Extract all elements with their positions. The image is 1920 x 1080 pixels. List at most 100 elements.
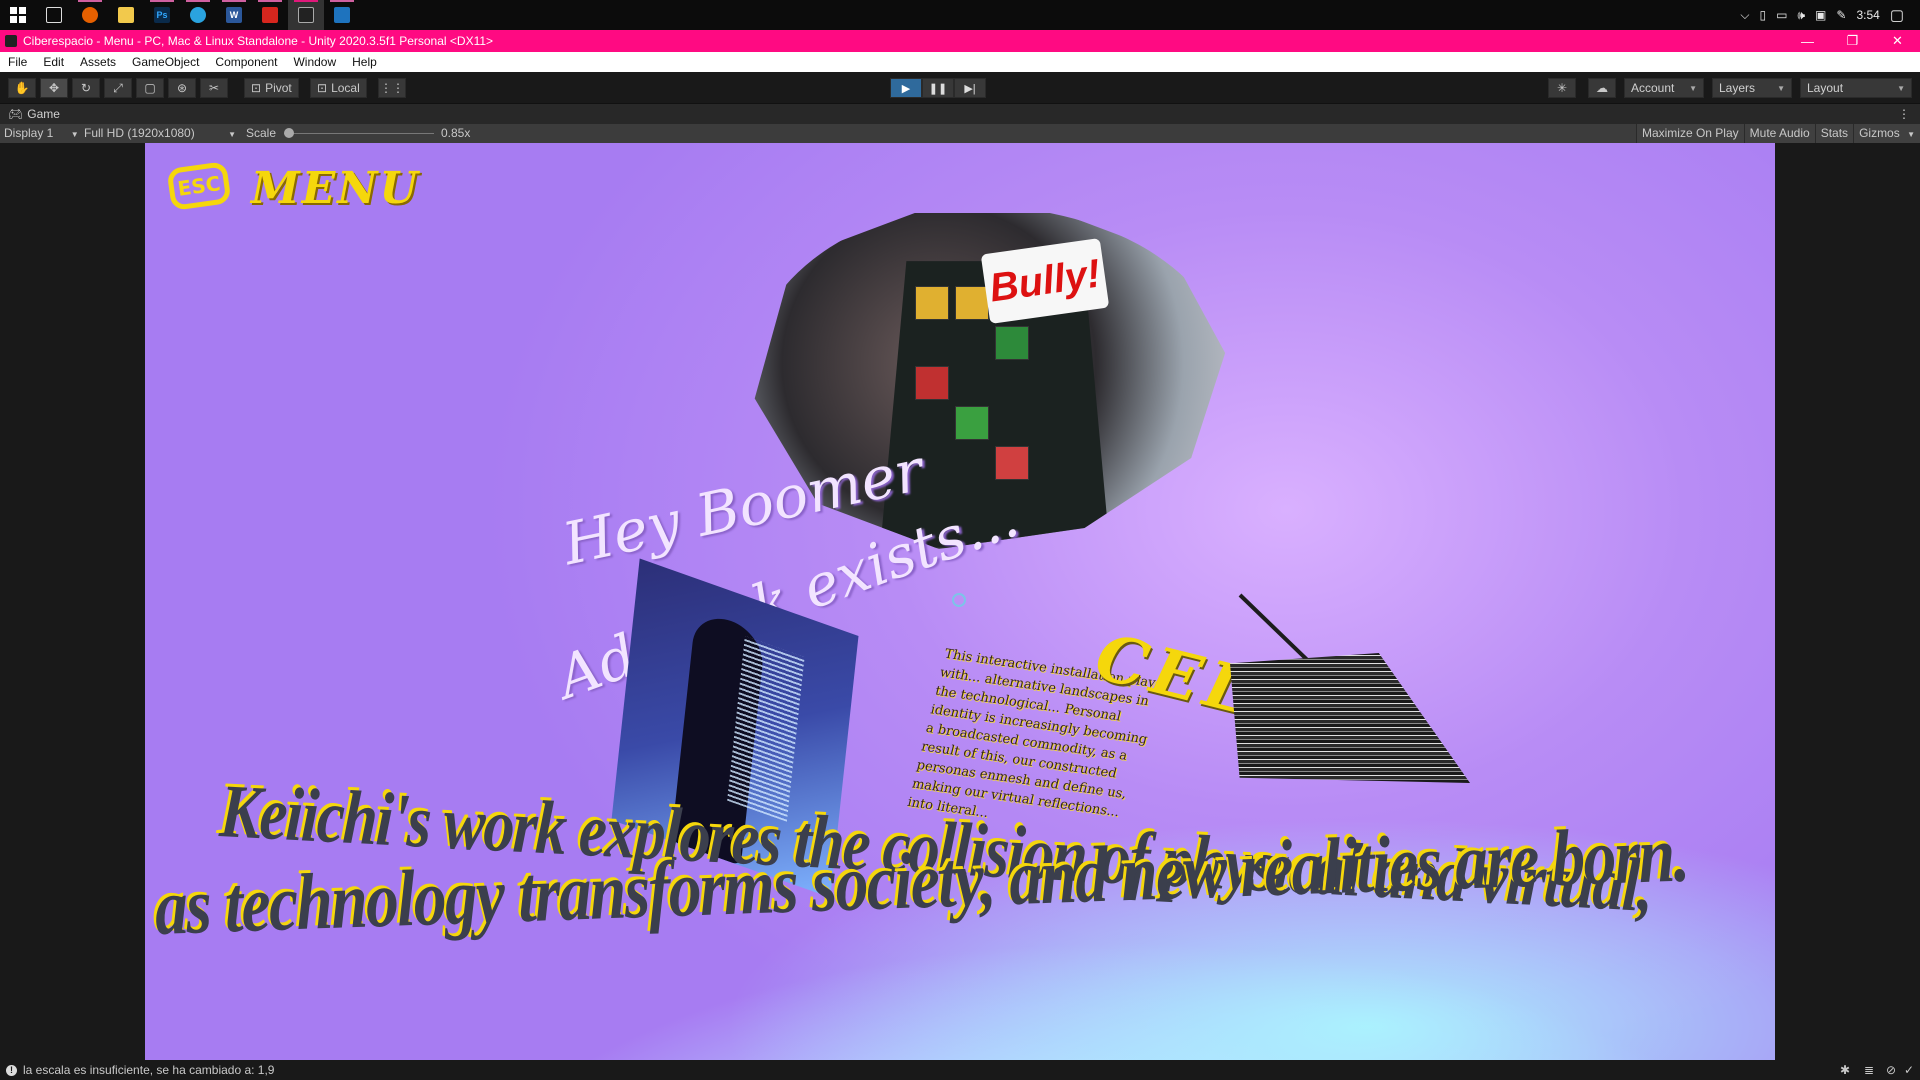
photos-icon — [334, 7, 350, 23]
close-button[interactable]: ✕ — [1875, 30, 1920, 52]
game-viewport[interactable]: ESC MENU Bully! Hey Boomer AdBlock exist… — [145, 143, 1775, 1060]
scale-slider-thumb[interactable] — [284, 128, 294, 138]
folder-icon — [118, 7, 134, 23]
stack-icon[interactable]: ≣ — [1864, 1063, 1874, 1077]
chevron-up-icon[interactable]: ⌵ — [1740, 8, 1749, 23]
menu-window[interactable]: Window — [285, 55, 344, 69]
resolution-label: Full HD (1920x1080) — [84, 126, 195, 140]
game-controls: Display 1 ▼ Full HD (1920x1080) ▼ Scale … — [0, 124, 1920, 143]
menu-edit[interactable]: Edit — [35, 55, 72, 69]
rotate-tool[interactable]: ↻ — [72, 78, 100, 98]
play-button[interactable]: ▶ — [890, 78, 922, 98]
menu-bar: File Edit Assets GameObject Component Wi… — [0, 52, 1920, 72]
pause-button[interactable]: ❚❚ — [922, 78, 954, 98]
firefox-icon — [82, 7, 98, 23]
taskbar-file-explorer[interactable] — [108, 0, 144, 30]
layers-dropdown[interactable]: Layers ▼ — [1712, 78, 1792, 98]
layout-dropdown[interactable]: Layout ▼ — [1800, 78, 1912, 98]
network-icon[interactable]: ▣ — [1815, 8, 1826, 22]
display-dropdown[interactable]: Display 1 ▼ — [4, 126, 79, 140]
rect-tool[interactable]: ▢ — [136, 78, 164, 98]
taskbar-word[interactable]: W — [216, 0, 252, 30]
cloud-button[interactable]: ☁ — [1588, 78, 1616, 98]
game-tab-label: Game — [27, 107, 60, 121]
taskbar-task-view[interactable] — [36, 0, 72, 30]
mute-audio-toggle[interactable]: Mute Audio — [1743, 124, 1815, 143]
account-dropdown[interactable]: Account ▼ — [1624, 78, 1704, 98]
step-button[interactable]: ▶| — [954, 78, 986, 98]
grid-snap-button[interactable]: ⋮⋮ — [378, 78, 406, 98]
acrobat-icon — [262, 7, 278, 23]
step-icon: ▶| — [964, 82, 976, 95]
clock[interactable]: 3:54 — [1856, 8, 1879, 22]
status-bar: ! la escala es insuficiente, se ha cambi… — [0, 1060, 1920, 1080]
grid-icon: ⋮⋮ — [380, 81, 404, 95]
cloud-icon: ☁ — [1596, 81, 1608, 95]
taskbar-telegram[interactable] — [180, 0, 216, 30]
bully-sign: Bully! — [980, 237, 1110, 325]
menu-component[interactable]: Component — [207, 55, 285, 69]
restore-button[interactable]: ❐ — [1830, 30, 1875, 52]
minimize-button[interactable]: — — [1785, 30, 1830, 52]
scale-tool[interactable]: ⤢ — [104, 78, 132, 98]
hand-tool[interactable]: ✋ — [8, 78, 36, 98]
hand-icon: ✋ — [14, 81, 30, 95]
maximize-on-play-toggle[interactable]: Maximize On Play — [1635, 124, 1744, 143]
word-icon: W — [226, 7, 242, 23]
esc-badge[interactable]: ESC — [166, 161, 232, 211]
transform-icon: ⊛ — [176, 81, 188, 95]
board-cell — [955, 406, 989, 440]
resolution-dropdown[interactable]: Full HD (1920x1080) ▼ — [84, 126, 236, 140]
menu-title[interactable]: MENU — [251, 163, 420, 214]
start-button[interactable] — [0, 0, 36, 30]
task-view-icon — [46, 7, 62, 23]
info-icon: ! — [6, 1064, 17, 1076]
transform-tool[interactable]: ⊛ — [168, 78, 196, 98]
gizmos-dropdown[interactable]: Gizmos ▼ — [1853, 124, 1920, 143]
status-message[interactable]: la escala es insuficiente, se ha cambiad… — [23, 1063, 274, 1077]
crosshair-icon — [952, 593, 966, 607]
window-titlebar: Ciberespacio - Menu - PC, Mac & Linux St… — [0, 30, 1920, 52]
battery-icon[interactable]: ▭ — [1776, 8, 1787, 22]
photoshop-icon: Ps — [154, 7, 170, 23]
taskbar-photoshop[interactable]: Ps — [144, 0, 180, 30]
collab-button[interactable]: ✳ — [1548, 78, 1576, 98]
bug-icon[interactable]: ✱ — [1840, 1063, 1850, 1077]
pivot-label: Pivot — [265, 81, 292, 95]
taskbar-unity[interactable] — [288, 0, 324, 30]
unity-icon — [298, 7, 314, 23]
custom-tool[interactable]: ✂ — [200, 78, 228, 98]
volume-icon[interactable]: 🕪 — [1797, 8, 1805, 23]
game-tab[interactable]: 🎮︎ Game ⋮ — [0, 104, 1920, 124]
local-toggle[interactable]: ⊡ Local — [310, 78, 367, 98]
viewport-letterbox-left — [0, 143, 145, 1060]
scale-slider[interactable] — [284, 133, 434, 134]
esc-label: ESC — [176, 171, 222, 201]
pivot-icon: ⊡ — [251, 81, 262, 95]
move-tool[interactable]: ✥ — [40, 78, 68, 98]
local-label: Local — [331, 81, 360, 95]
board-cell — [995, 446, 1029, 480]
menu-help[interactable]: Help — [344, 55, 385, 69]
telegram-icon — [190, 7, 206, 23]
tools-icon: ✂ — [208, 81, 220, 95]
notifications-icon[interactable]: ▢ — [1890, 6, 1904, 24]
taskbar-firefox[interactable] — [72, 0, 108, 30]
menu-assets[interactable]: Assets — [72, 55, 124, 69]
scale-label: Scale — [246, 126, 277, 140]
menu-gameobject[interactable]: GameObject — [124, 55, 207, 69]
check-icon[interactable]: ✓ — [1904, 1063, 1914, 1077]
taskbar-photos[interactable] — [324, 0, 360, 30]
taskbar-acrobat[interactable] — [252, 0, 288, 30]
windows-taskbar: Ps W ⌵ ▯ ▭ 🕪 ▣ ✎ 3:54 ▢ — [0, 0, 1920, 30]
pen-icon[interactable]: ✎ — [1836, 8, 1846, 22]
more-icon[interactable]: ⋮ — [1898, 107, 1910, 121]
pivot-toggle[interactable]: ⊡ Pivot — [244, 78, 299, 98]
move-icon: ✥ — [48, 81, 60, 95]
auto-generate-icon[interactable]: ⊘ — [1886, 1063, 1896, 1077]
menu-file[interactable]: File — [0, 55, 35, 69]
stats-toggle[interactable]: Stats — [1814, 124, 1854, 143]
usb-icon[interactable]: ▯ — [1760, 8, 1767, 22]
pause-icon: ❚❚ — [928, 82, 948, 95]
main-toolbar: ✋ ✥ ↻ ⤢ ▢ ⊛ ✂ ⊡ Pivot ⊡ Local ⋮⋮ ▶ ❚❚ ▶| ✳… — [0, 72, 1920, 104]
